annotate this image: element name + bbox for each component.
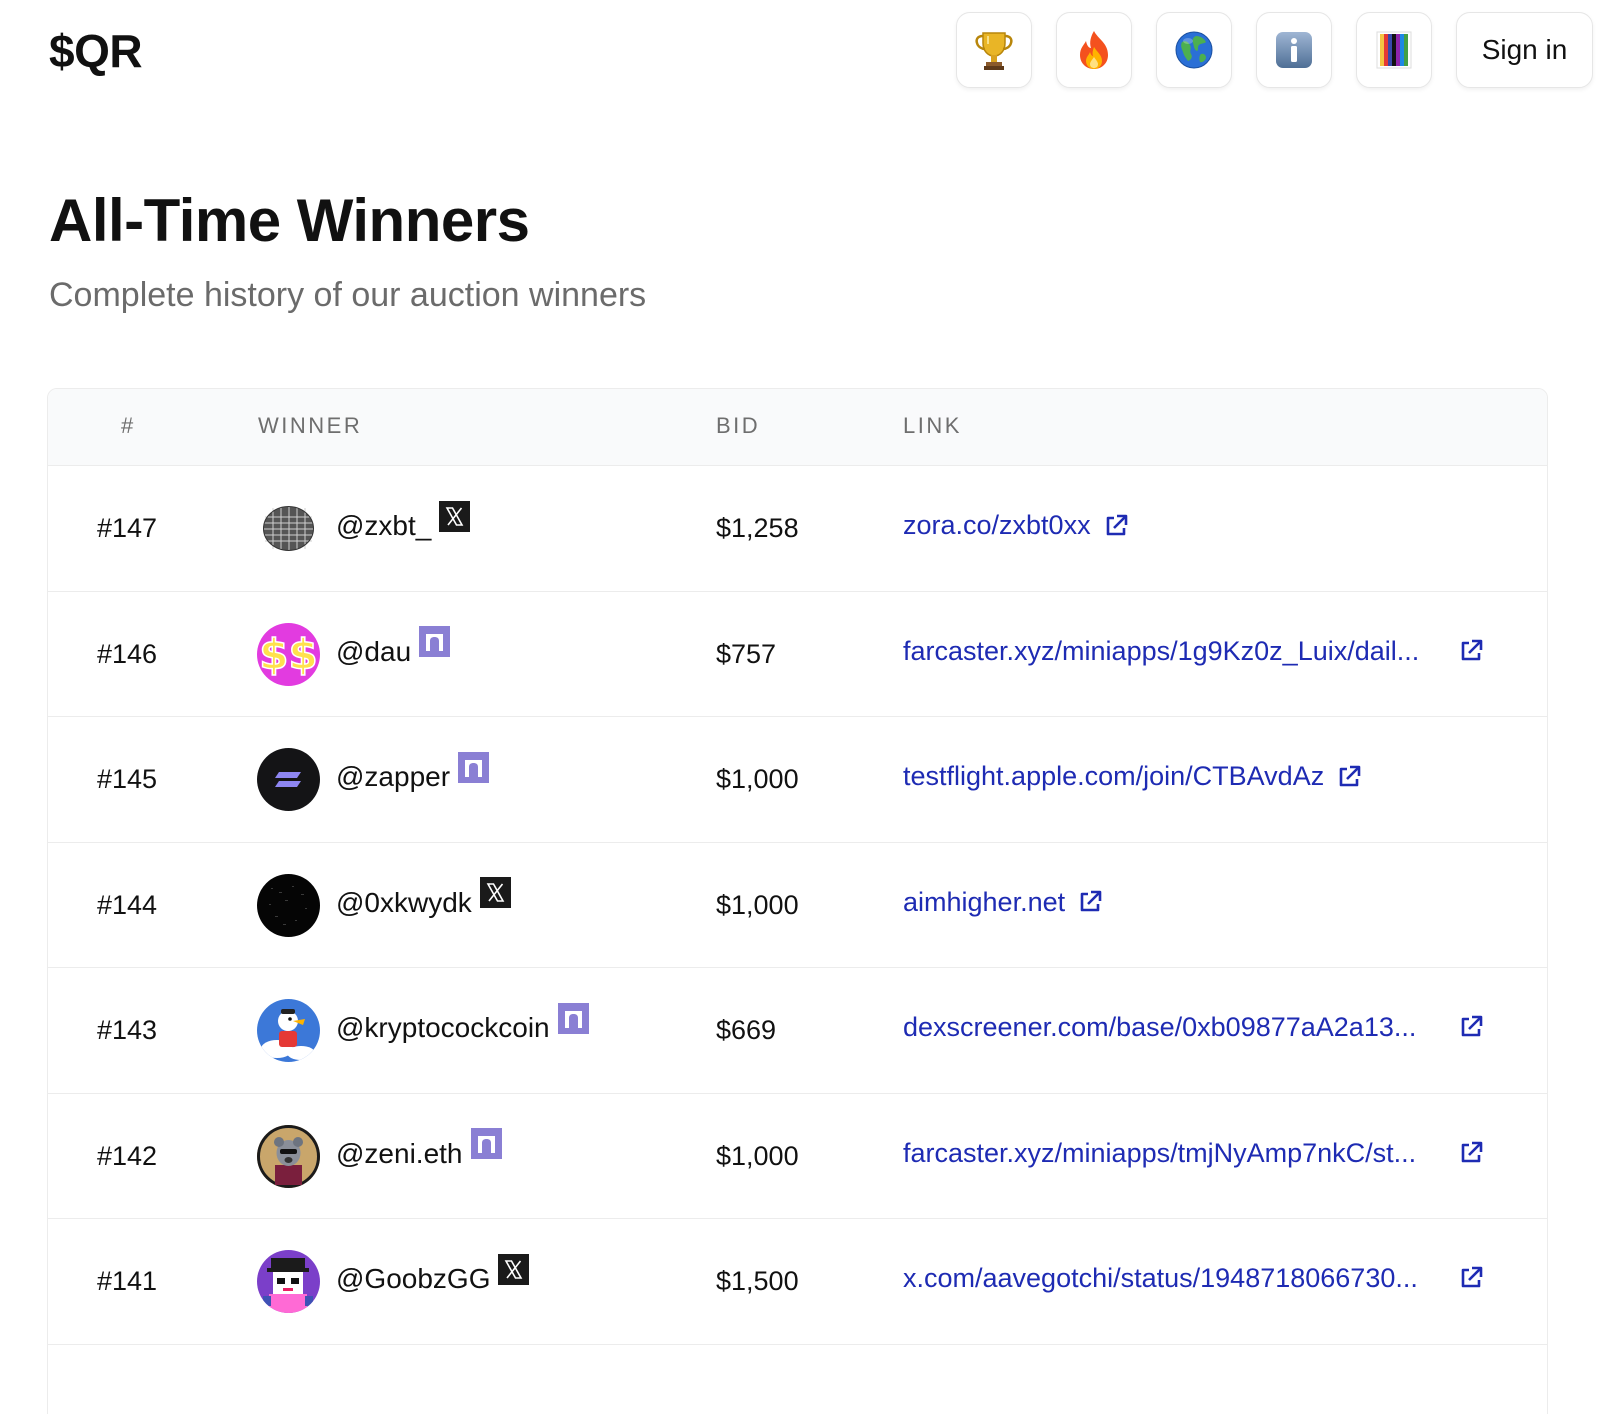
external-link-icon [1458,1140,1484,1166]
winner-handle: @GoobzGG [336,1263,491,1294]
external-link-icon [1077,889,1103,915]
pixel-character-avatar [257,1250,320,1313]
winner-profile-link[interactable]: @dau [336,626,451,668]
external-link-icon [1103,513,1129,539]
table-row: #142 @zeni.eth $1,000 farcaster.xyz/mini… [48,1094,1547,1219]
farcaster-icon [557,1002,589,1034]
link-text: zora.co/zxbt0xx [903,510,1091,540]
table-row: #143 @kryptocockcoin $669 dexscreener.co… [48,968,1547,1094]
table-header: # WINNER BID LINK [48,389,1547,466]
dark-avatar [257,873,320,937]
table-row [48,1345,1547,1414]
link-text: dexscreener.com/base/0xb09877aA2a13... [903,1012,1417,1042]
farcaster-icon [470,1128,502,1159]
external-link-icon [1458,1265,1484,1291]
column-header-rank: # [121,413,136,438]
winner-handle: @zxbt_ [336,510,432,541]
winner-handle: @dau [336,635,412,667]
link-text: aimhigher.net [903,886,1066,917]
row-bid: $1,000 [716,764,799,794]
sign-in-button[interactable]: Sign in [1456,12,1593,88]
external-link-icon [1458,638,1484,664]
color-theme-button[interactable] [1356,12,1432,88]
page-title: All-Time Winners [49,187,530,254]
row-rank: #147 [97,513,158,543]
row-rank: #141 [97,1266,158,1296]
table-row: #144 @0xkwydk $1,000 aimhigher.net [48,843,1547,968]
winner-handle: @zeni.eth [336,1137,463,1169]
winner-link[interactable]: dexscreener.com/base/0xb09877aA2a13... [903,1012,1483,1043]
table-row: #146 $$ @dau $757 farcaster.xyz/miniapps… [48,592,1547,717]
winner-link[interactable]: testflight.apple.com/join/CTBAvdAz [903,761,1362,792]
winner-link[interactable]: farcaster.xyz/miniapps/1g9Kz0z_Luix/dail… [903,635,1483,667]
fire-icon [1076,29,1112,71]
winner-profile-link[interactable]: @kryptocockcoin [336,1002,589,1044]
column-header-bid: BID [716,413,761,438]
row-bid: $669 [716,1015,777,1045]
trophy-icon [974,29,1014,71]
brand-logo[interactable]: $QR [49,24,143,78]
row-bid: $757 [716,638,777,669]
x-icon [498,1253,530,1285]
winner-profile-link[interactable]: @0xkwydk [336,877,511,919]
page-subtitle: Complete history of our auction winners [49,276,647,314]
column-header-link: LINK [903,413,962,438]
winner-handle: @zapper [336,761,451,792]
row-bid: $1,000 [716,1140,799,1171]
table-row: #147 @zxbt_ $1,258 zora.co/zxbt0xx [48,466,1547,592]
disco-ball-avatar [257,497,320,560]
explore-button[interactable] [1156,12,1232,88]
row-rank: #146 [97,638,158,669]
farcaster-icon [419,626,451,657]
winner-profile-link[interactable]: @zapper [336,751,490,793]
link-text: farcaster.xyz/miniapps/tmjNyAmp7nkC/st..… [903,1137,1417,1168]
link-text: farcaster.xyz/miniapps/1g9Kz0z_Luix/dail… [903,635,1420,666]
cartoon-avatar [257,999,320,1062]
farcaster-icon [458,751,490,783]
winner-profile-link[interactable]: @zeni.eth [336,1128,502,1170]
winner-link[interactable]: x.com/aavegotchi/status/1948718066730... [903,1263,1483,1294]
zapper-logo-avatar [257,748,320,811]
winner-link[interactable]: farcaster.xyz/miniapps/tmjNyAmp7nkC/st..… [903,1137,1483,1169]
link-text: x.com/aavegotchi/status/1948718066730... [903,1263,1418,1293]
x-icon [439,500,471,532]
winner-profile-link[interactable]: @GoobzGG [336,1253,530,1295]
row-rank: #142 [97,1140,158,1171]
winner-profile-link[interactable]: @zxbt_ [336,500,471,542]
winner-handle: @0xkwydk [336,886,472,918]
trending-button[interactable] [1056,12,1132,88]
leaderboard-button[interactable] [956,12,1032,88]
svg-text:$$: $$ [259,630,317,679]
globe-icon [1174,30,1214,70]
row-bid: $1,258 [716,513,799,543]
winner-link[interactable]: zora.co/zxbt0xx [903,510,1129,541]
row-rank: #143 [97,1015,158,1045]
row-bid: $1,000 [716,889,799,920]
column-header-winner: WINNER [258,413,363,438]
x-icon [479,877,511,908]
winner-handle: @kryptocockcoin [336,1012,550,1043]
character-avatar [257,1124,320,1188]
color-bars-icon [1375,30,1413,70]
link-text: testflight.apple.com/join/CTBAvdAz [903,761,1325,791]
table-row: #145 @zapper $1,000 testflight.apple.com… [48,717,1547,843]
winner-link[interactable]: aimhigher.net [903,887,1103,918]
winners-table: # WINNER BID LINK #147 @zxbt_ $1,258 zor… [47,388,1548,1414]
external-link-icon [1458,1014,1484,1040]
row-bid: $1,500 [716,1266,799,1296]
row-rank: #145 [97,764,158,794]
external-link-icon [1336,764,1362,790]
info-icon [1274,30,1314,70]
page: $QR Sign in All-Time Winners Complete hi… [0,0,1608,1414]
info-button[interactable] [1256,12,1332,88]
row-rank: #144 [97,889,158,920]
dollar-avatar: $$ [257,622,320,686]
top-nav: Sign in [956,12,1593,88]
table-row: #141 @GoobzGG $1,500 x.com/aavegotchi/st… [48,1219,1547,1345]
